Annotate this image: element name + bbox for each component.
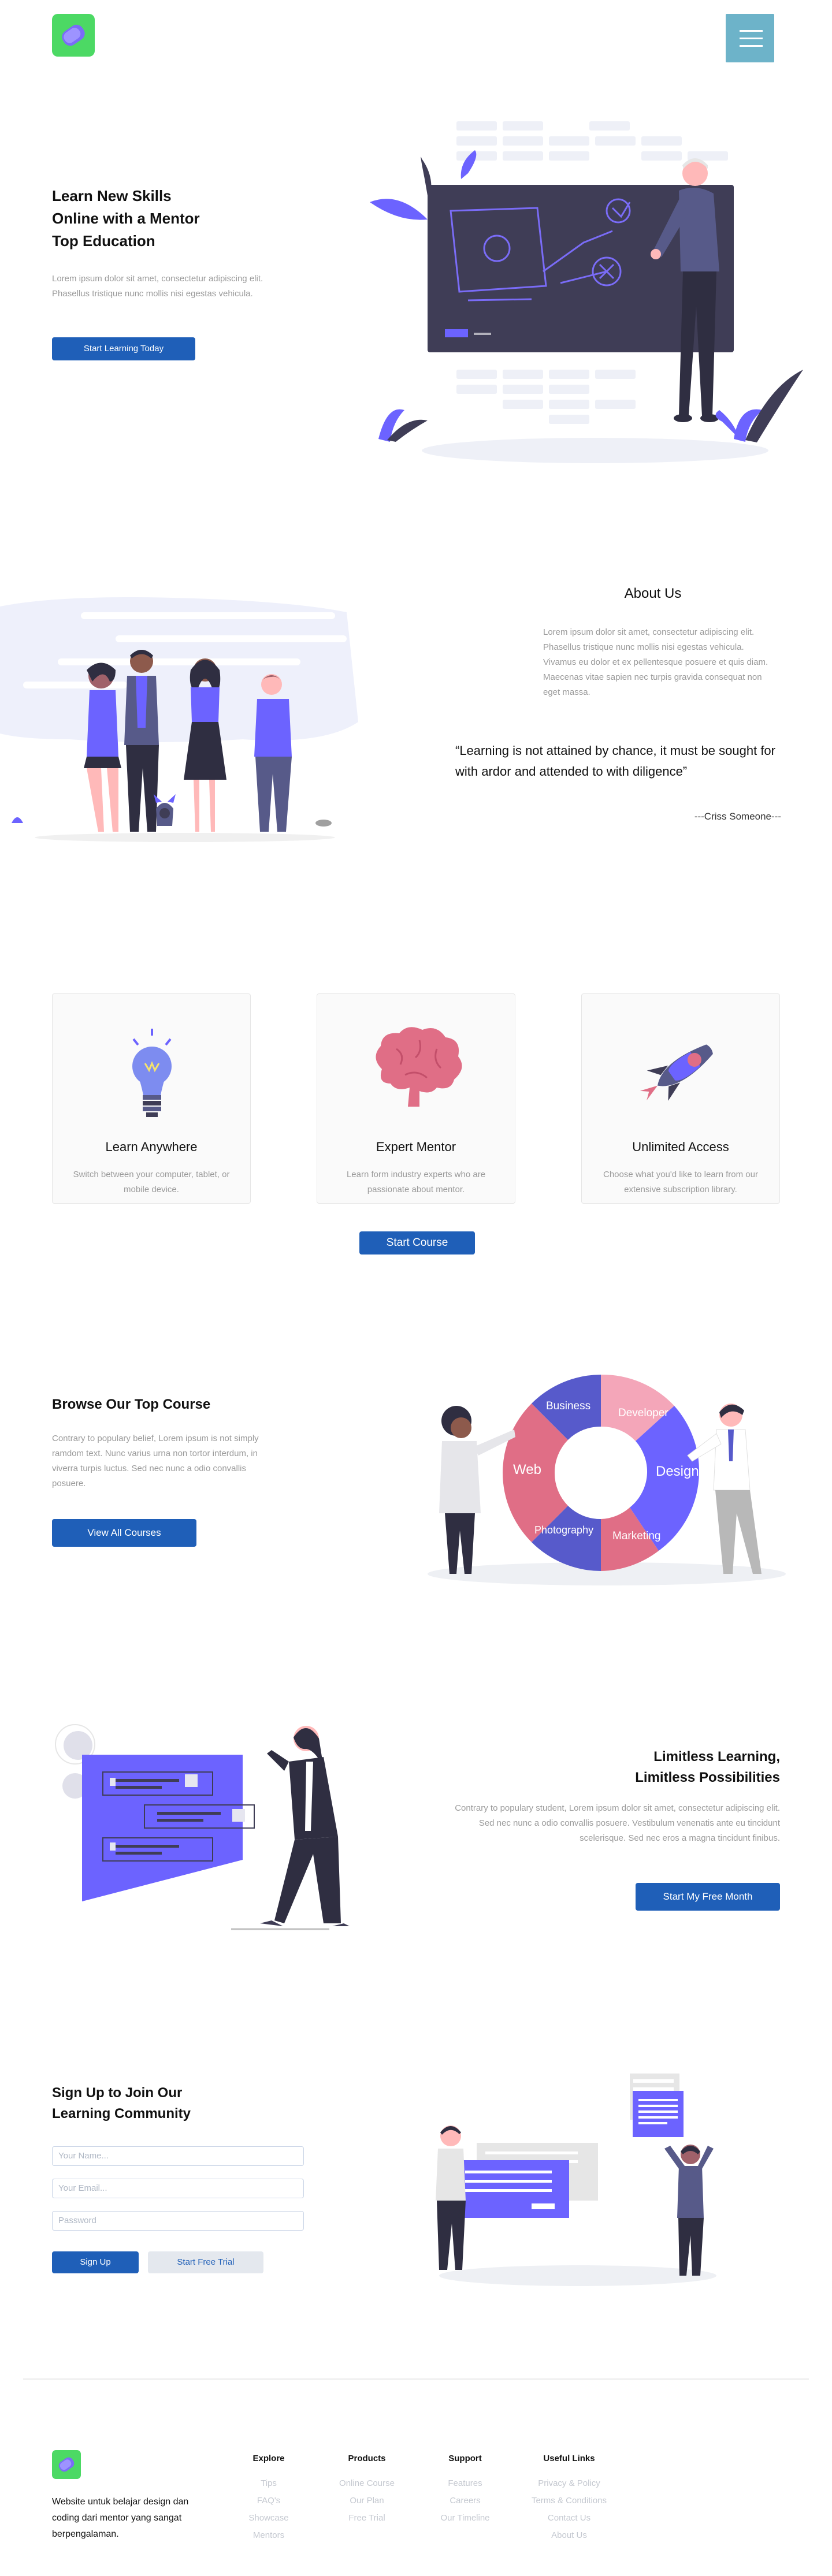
feature-title: Unlimited Access xyxy=(632,1140,729,1154)
footer-column-title: Products xyxy=(348,2454,386,2463)
footer-link[interactable]: Our Timeline xyxy=(425,2510,506,2527)
footer-link[interactable]: Privacy & Policy xyxy=(517,2475,621,2492)
feature-title: Learn Anywhere xyxy=(105,1140,198,1154)
feature-card: Unlimited Access Choose what you'd like … xyxy=(581,993,780,1204)
lightbulb-icon xyxy=(132,1029,172,1117)
courses-text: Contrary to populary belief, Lorem ipsum… xyxy=(52,1434,259,1488)
signup-illustration xyxy=(422,2068,722,2287)
footer-link[interactable]: Features xyxy=(425,2475,506,2492)
footer-link[interactable]: Our Plan xyxy=(324,2492,410,2510)
footer-link[interactable]: Contact Us xyxy=(517,2510,621,2527)
brand-logo-icon xyxy=(52,2450,81,2479)
brain-icon xyxy=(376,1027,462,1107)
start-learning-button[interactable]: Start Learning Today xyxy=(52,337,195,360)
start-free-month-button[interactable]: Start My Free Month xyxy=(636,1883,780,1911)
footer-divider xyxy=(23,2378,809,2380)
brand-logo-icon xyxy=(52,14,95,57)
name-field[interactable]: Your Name... xyxy=(52,2146,304,2166)
courses-illustration: Business Developer Design Marketing Phot… xyxy=(416,1369,786,1600)
footer-link[interactable]: FAQ's xyxy=(237,2492,300,2510)
footer-column-support: Support Features Careers Our Timeline xyxy=(425,2454,506,2527)
password-field[interactable]: Password xyxy=(52,2211,304,2231)
footer-link[interactable]: About Us xyxy=(517,2527,621,2544)
footer-link[interactable]: Online Course xyxy=(324,2475,410,2492)
signup-title-line: Sign Up to Join Our xyxy=(52,2085,183,2101)
about-quote: “Learning is not attained by chance, it … xyxy=(455,743,775,779)
limitless-title-line: Limitless Possibilities xyxy=(635,1770,780,1785)
footer-column-title: Useful Links xyxy=(543,2454,595,2463)
feature-text: Learn form industry experts who are pass… xyxy=(346,1170,486,1194)
feature-title: Expert Mentor xyxy=(376,1140,456,1154)
hero-text: Lorem ipsum dolor sit amet, consectetur … xyxy=(52,274,263,299)
about-author: ---Criss Someone--- xyxy=(694,811,781,822)
puzzle-label: Developer xyxy=(618,1407,668,1419)
footer-link[interactable]: Tips xyxy=(237,2475,300,2492)
about-illustration xyxy=(0,595,364,861)
footer-column-products: Products Online Course Our Plan Free Tri… xyxy=(324,2454,410,2527)
footer-link[interactable]: Free Trial xyxy=(324,2510,410,2527)
hero-illustration xyxy=(364,116,815,474)
start-free-trial-button[interactable]: Start Free Trial xyxy=(148,2251,263,2273)
hero-title-line: Top Education xyxy=(52,232,155,250)
email-field[interactable]: Your Email... xyxy=(52,2179,304,2198)
about-title: About Us xyxy=(624,586,682,601)
signup-title: Sign Up to Join Our Learning Community xyxy=(52,2083,295,2124)
puzzle-label: Marketing xyxy=(612,1530,660,1542)
signup-title-line: Learning Community xyxy=(52,2106,191,2121)
brand-logo[interactable] xyxy=(52,14,95,57)
hamburger-menu-icon xyxy=(740,30,763,47)
footer-tagline: Website untuk belajar design dan coding … xyxy=(52,2497,189,2539)
feature-card: Learn Anywhere Switch between your compu… xyxy=(52,993,251,1204)
courses-title: Browse Our Top Course xyxy=(52,1397,211,1412)
footer-link[interactable]: Showcase xyxy=(237,2510,300,2527)
menu-button[interactable] xyxy=(726,14,774,62)
start-course-button[interactable]: Start Course xyxy=(359,1231,475,1255)
limitless-text: Contrary to populary student, Lorem ipsu… xyxy=(455,1803,780,1843)
puzzle-label: Business xyxy=(546,1400,590,1412)
hero-title-line: Learn New Skills xyxy=(52,187,172,204)
puzzle-label: Design xyxy=(656,1464,699,1479)
limitless-illustration xyxy=(52,1715,364,1946)
about-text: Lorem ipsum dolor sit amet, consectetur … xyxy=(543,627,768,697)
footer-column-title: Explore xyxy=(252,2454,285,2463)
footer-link[interactable]: Terms & Conditions xyxy=(517,2492,621,2510)
footer-link[interactable]: Careers xyxy=(425,2492,506,2510)
rocket-icon xyxy=(640,1044,713,1101)
limitless-title: Limitless Learning, Limitless Possibilit… xyxy=(480,1747,780,1788)
signup-button[interactable]: Sign Up xyxy=(52,2251,139,2273)
footer-column-title: Support xyxy=(448,2454,482,2463)
hero-title: Learn New Skills Online with a Mentor To… xyxy=(52,185,295,252)
footer-column-useful-links: Useful Links Privacy & Policy Terms & Co… xyxy=(517,2454,621,2544)
puzzle-label: Web xyxy=(513,1462,541,1477)
hero-title-line: Online with a Mentor xyxy=(52,210,200,227)
feature-card: Expert Mentor Learn form industry expert… xyxy=(317,993,515,1204)
feature-text: Switch between your computer, tablet, or… xyxy=(73,1170,230,1194)
footer-link[interactable]: Mentors xyxy=(237,2527,300,2544)
footer-column-explore: Explore Tips FAQ's Showcase Mentors xyxy=(237,2454,300,2544)
feature-text: Choose what you'd like to learn from our… xyxy=(603,1170,758,1194)
limitless-title-line: Limitless Learning, xyxy=(653,1749,780,1765)
puzzle-label: Photography xyxy=(534,1524,593,1536)
footer-logo[interactable] xyxy=(52,2450,81,2479)
view-all-courses-button[interactable]: View All Courses xyxy=(52,1519,196,1547)
